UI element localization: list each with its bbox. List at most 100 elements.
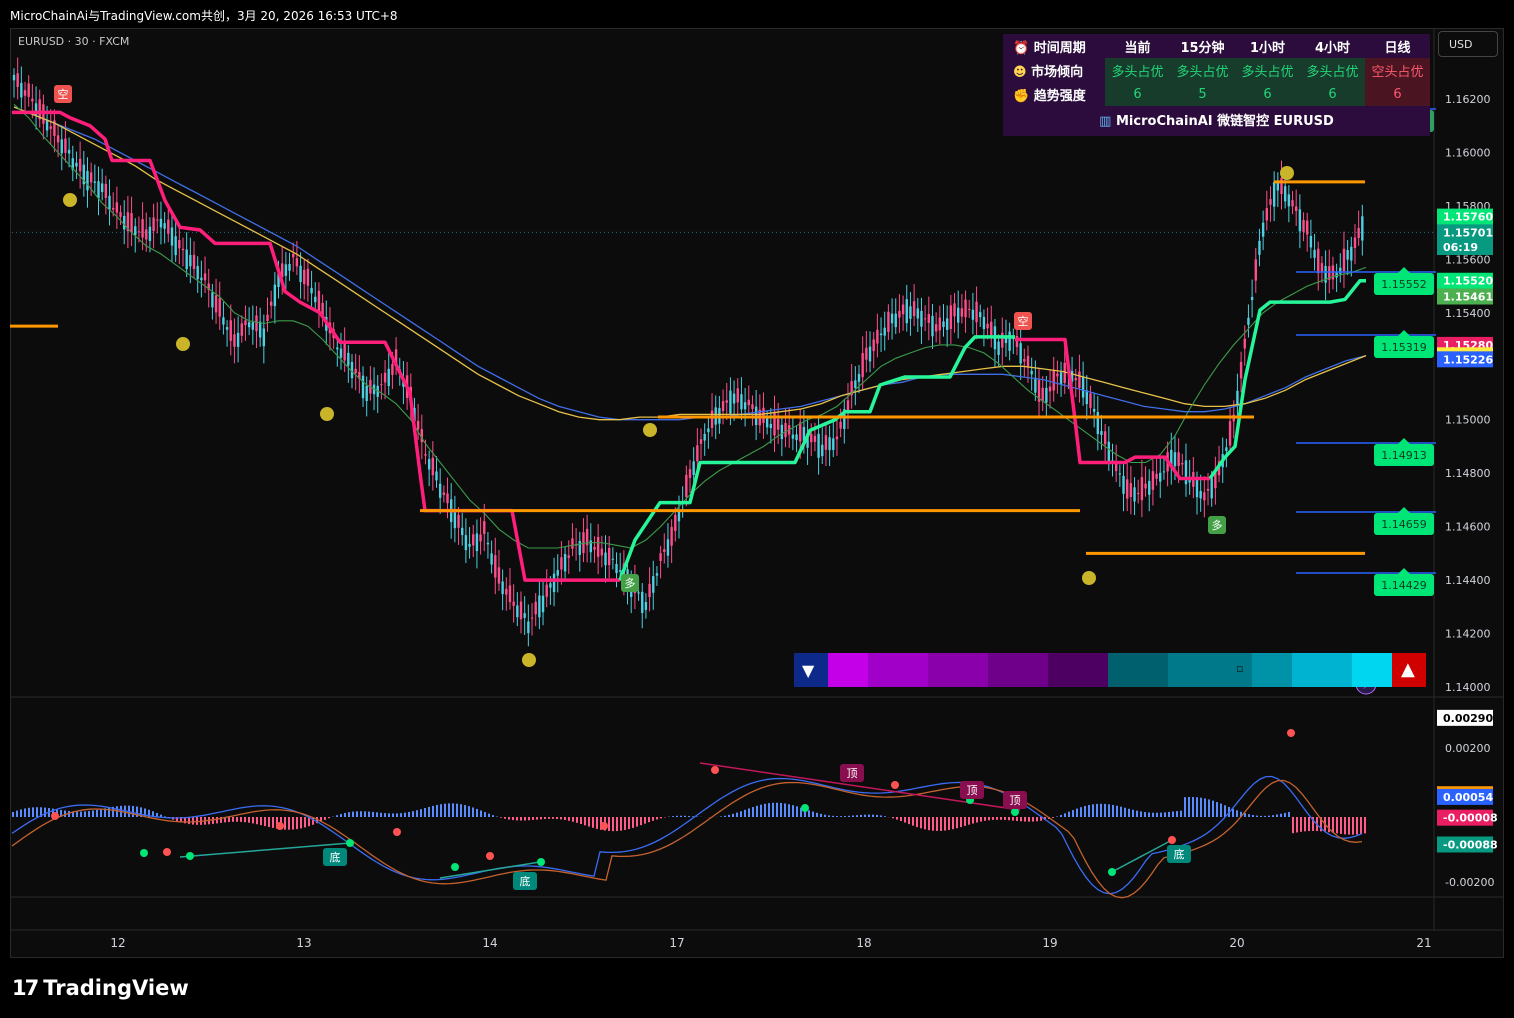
time-tick-label: 21	[1416, 936, 1431, 950]
macd-histogram-bar	[644, 817, 646, 824]
macd-histogram-bar	[872, 814, 874, 817]
candle-body	[666, 539, 670, 556]
candle-body	[1155, 473, 1158, 479]
candle-body	[295, 258, 299, 267]
candle-body	[416, 420, 420, 430]
macd-histogram-bar	[688, 815, 690, 817]
candle-body	[971, 309, 975, 320]
candle-body	[784, 423, 787, 438]
candle-body	[501, 581, 504, 595]
candle-body	[1048, 386, 1052, 392]
macd-cross-dot	[140, 849, 148, 857]
macd-histogram-bar	[828, 815, 830, 817]
macd-histogram-bar	[1052, 817, 1054, 818]
macd-histogram-bar	[88, 811, 90, 817]
candle-body	[655, 573, 659, 576]
macd-histogram-bar	[992, 817, 994, 820]
macd-histogram-bar	[1164, 812, 1166, 817]
candle-body	[743, 402, 747, 410]
macd-cross-dot	[393, 828, 401, 836]
candle-body	[211, 292, 214, 308]
macd-histogram-bar	[1116, 805, 1118, 817]
candle-body	[1225, 447, 1228, 451]
candle-body	[23, 90, 27, 96]
macd-histogram-bar	[340, 813, 342, 817]
candle-body	[611, 558, 615, 560]
macd-histogram-bar	[452, 803, 454, 817]
macd-histogram-bar	[1036, 817, 1038, 822]
macd-histogram-bar	[1248, 814, 1250, 817]
macd-histogram-bar	[1060, 814, 1062, 817]
candle-body	[115, 202, 119, 213]
candle-body	[674, 514, 677, 531]
heatmap-segment	[868, 653, 928, 687]
macd-histogram-bar	[1356, 817, 1358, 835]
price-tick-label: 1.15600	[1445, 253, 1491, 266]
candle-body	[387, 368, 390, 387]
tradingview-logo[interactable]: 𝟭𝟳 TradingView	[12, 976, 189, 1000]
candle-body	[457, 514, 460, 528]
currency-button[interactable]: USD	[1438, 31, 1498, 57]
macd-histogram-bar	[1016, 817, 1018, 821]
macd-histogram-bar	[360, 811, 362, 817]
candle-body	[1122, 475, 1125, 494]
candle-body	[1294, 206, 1298, 211]
macd-histogram-bar	[868, 814, 870, 817]
candle-body	[545, 584, 548, 597]
candle-body	[67, 149, 71, 154]
macd-histogram-bar	[272, 817, 274, 828]
time-tick-label: 14	[482, 936, 497, 950]
macd-histogram-bar	[252, 817, 254, 824]
candle-body	[1306, 220, 1309, 235]
macd-histogram-bar	[324, 817, 326, 820]
macd-histogram-bar	[1008, 817, 1010, 821]
symbol-label[interactable]: EURUSD · 30 · FXCM	[18, 35, 129, 48]
target-level-label: 1.15319	[1381, 341, 1427, 354]
macd-histogram-bar	[228, 817, 230, 823]
candle-body	[203, 273, 207, 281]
alarm-clock-icon: ⏰	[1013, 40, 1030, 56]
macd-histogram-bar	[640, 817, 642, 826]
macd-histogram-bar	[892, 817, 894, 819]
candle-body	[1015, 336, 1019, 348]
candle-body	[1125, 479, 1129, 499]
ema-slow-line	[13, 106, 1367, 421]
header-15m: 15分钟	[1180, 40, 1225, 56]
macd-axis-label: -0.00008	[1443, 812, 1498, 825]
candle-body	[1309, 235, 1313, 248]
candle-body	[27, 83, 30, 97]
candle-body	[677, 510, 681, 522]
candle-body	[1081, 376, 1085, 398]
sell-signal-tag-text: 空	[58, 87, 69, 101]
candle-body	[1019, 343, 1022, 364]
target-level-label: 1.14913	[1381, 449, 1427, 462]
candle-body	[1137, 492, 1140, 494]
macd-histogram-bar	[400, 813, 402, 817]
macd-histogram-bar	[1204, 798, 1206, 817]
macd-histogram-bar	[900, 817, 902, 822]
macd-histogram-bar	[36, 807, 38, 817]
chart-canvas[interactable]: 1.162001.160001.158001.156001.154001.150…	[0, 0, 1514, 1018]
macd-histogram-bar	[240, 817, 242, 822]
candle-body	[1177, 452, 1180, 466]
macd-histogram-bar	[1364, 817, 1366, 834]
macd-histogram-bar	[1212, 800, 1214, 817]
macd-histogram-bar	[348, 812, 350, 817]
candle-body	[699, 439, 703, 444]
candle-body	[494, 555, 497, 578]
candle-body	[468, 543, 471, 547]
macd-histogram-bar	[344, 812, 346, 817]
candle-body	[56, 135, 60, 143]
mask-icon: ☻	[1013, 64, 1027, 80]
macd-histogram-bar	[20, 809, 22, 817]
candle-body	[795, 434, 798, 441]
macd-histogram-bar	[472, 807, 474, 817]
candle-body	[769, 423, 773, 429]
candle-body	[824, 435, 828, 450]
candle-body	[1346, 250, 1349, 260]
macd-histogram-bar	[632, 817, 634, 828]
macd-histogram-bar	[560, 817, 562, 820]
macd-histogram-bar	[548, 817, 550, 819]
candle-body	[956, 307, 960, 323]
swing-point-marker	[320, 407, 334, 421]
